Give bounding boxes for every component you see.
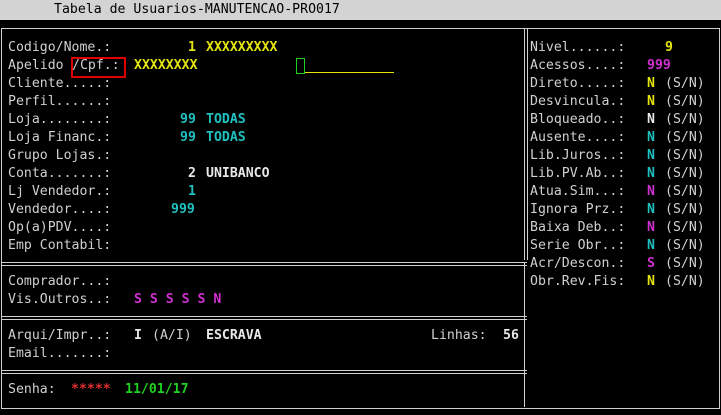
vis-outros-label: Vis.Outros..: xyxy=(8,292,112,307)
nome-value[interactable]: XXXXXXXXX xyxy=(206,39,277,57)
flag-value[interactable]: N xyxy=(647,111,655,129)
apelido-value[interactable]: XXXXXXXX xyxy=(134,57,198,75)
nivel-value[interactable]: 9 xyxy=(665,39,673,57)
section-line-2b xyxy=(1,319,527,320)
nivel-label: Nivel......: xyxy=(530,40,626,55)
flag-options: (S/N) xyxy=(665,220,705,235)
flag-value[interactable]: N xyxy=(647,147,655,165)
panel-divider-2 xyxy=(527,28,528,260)
linhas-label: Linhas: xyxy=(431,328,487,343)
section-line-3b xyxy=(1,373,527,374)
loja-code[interactable]: 99 xyxy=(180,111,196,129)
cliente-label: Cliente.....: xyxy=(8,76,112,91)
flag-label: Ignora Prz.: xyxy=(530,202,626,217)
section-line-3 xyxy=(1,370,527,371)
title-bar: Tabela de Usuarios-MANUTENCAO-PRO017 xyxy=(0,0,721,20)
window-title: Tabela de Usuarios-MANUTENCAO-PRO017 xyxy=(54,2,340,17)
senha-value[interactable]: ***** xyxy=(71,381,111,399)
arqui-mode: ESCRAVA xyxy=(206,328,262,343)
cpf-input-cursor[interactable] xyxy=(296,58,305,74)
flag-options: (S/N) xyxy=(665,274,705,289)
flag-options: (S/N) xyxy=(665,112,705,127)
flag-label: Atua.Sim...: xyxy=(530,184,626,199)
comprador-label: Comprador...: xyxy=(8,274,112,289)
section-line-2 xyxy=(1,316,527,317)
flag-options: (S/N) xyxy=(665,94,705,109)
flag-label: Direto.....: xyxy=(530,76,626,91)
arqui-options: (A/I) xyxy=(152,328,192,343)
lj-vendedor-label: Lj Vendedor.: xyxy=(8,184,112,199)
flag-value[interactable]: N xyxy=(647,201,655,219)
flag-options: (S/N) xyxy=(665,76,705,91)
codigo-value[interactable]: 1 xyxy=(188,39,196,57)
flag-options: (S/N) xyxy=(665,256,705,271)
conta-code[interactable]: 2 xyxy=(188,165,196,183)
vis-outros-value[interactable]: S S S S S N xyxy=(134,291,221,309)
loja-name: TODAS xyxy=(206,112,246,127)
flag-value[interactable]: N xyxy=(647,165,655,183)
flag-value[interactable]: N xyxy=(647,93,655,111)
senha-date: 11/01/17 xyxy=(125,382,189,397)
section-line-1 xyxy=(1,262,527,263)
perfil-label: Perfil......: xyxy=(8,94,112,109)
flag-options: (S/N) xyxy=(665,238,705,253)
loja-financ-code[interactable]: 99 xyxy=(180,129,196,147)
acessos-label: Acessos....: xyxy=(530,58,626,73)
flag-value[interactable]: N xyxy=(647,129,655,147)
flag-label: Desvincula.: xyxy=(530,94,626,109)
flag-label: Baixa Deb..: xyxy=(530,220,626,235)
flag-options: (S/N) xyxy=(665,130,705,145)
apelido-label: Apelido xyxy=(8,58,64,73)
loja-financ-label: Loja Financ.: xyxy=(8,130,112,145)
flag-value[interactable]: S xyxy=(647,255,655,273)
acessos-value[interactable]: 999 xyxy=(647,57,671,75)
lj-vendedor-value[interactable]: 1 xyxy=(188,183,196,201)
flag-value[interactable]: N xyxy=(647,273,655,291)
grupo-lojas-label: Grupo Lojas.: xyxy=(8,148,112,163)
email-label: Email.......: xyxy=(8,346,112,361)
loja-financ-name: TODAS xyxy=(206,130,246,145)
flag-value[interactable]: N xyxy=(647,237,655,255)
codigo-label: Codigo/Nome.: xyxy=(8,40,112,55)
bottom-right-edge xyxy=(524,262,525,407)
conta-label: Conta.......: xyxy=(8,166,112,181)
flag-options: (S/N) xyxy=(665,148,705,163)
linhas-value[interactable]: 56 xyxy=(503,327,519,345)
flag-options: (S/N) xyxy=(665,184,705,199)
flag-value[interactable]: N xyxy=(647,75,655,93)
conta-name: UNIBANCO xyxy=(206,166,270,181)
flag-label: Bloqueado..: xyxy=(530,112,626,127)
senha-label: Senha: xyxy=(8,382,56,397)
flag-value[interactable]: N xyxy=(647,183,655,201)
flag-label: Ausente....: xyxy=(530,130,626,145)
flag-options: (S/N) xyxy=(665,202,705,217)
arqui-value[interactable]: I xyxy=(134,327,142,345)
emp-contabil-label: Emp Contabil: xyxy=(8,238,112,253)
vendedor-value[interactable]: 999 xyxy=(171,201,195,219)
vendedor-label: Vendedor....: xyxy=(8,202,112,217)
loja-label: Loja........: xyxy=(8,112,112,127)
flag-label: Lib.PV.Ab..: xyxy=(530,166,626,181)
arqui-label: Arqui/Impr..: xyxy=(8,328,112,343)
flag-label: Obr.Rev.Fis: xyxy=(530,274,626,289)
section-line-1b xyxy=(1,265,527,266)
cpf-label: /Cpf.: xyxy=(72,58,120,73)
flag-label: Serie Obr..: xyxy=(530,238,626,253)
op-pdv-label: Op(a)PDV....: xyxy=(8,220,112,235)
flag-label: Lib.Juros..: xyxy=(530,148,626,163)
flag-value[interactable]: N xyxy=(647,219,655,237)
flag-options: (S/N) xyxy=(665,166,705,181)
cpf-input-field[interactable] xyxy=(305,72,394,73)
panel-divider xyxy=(524,28,525,260)
flag-label: Acr/Descon.: xyxy=(530,256,626,271)
